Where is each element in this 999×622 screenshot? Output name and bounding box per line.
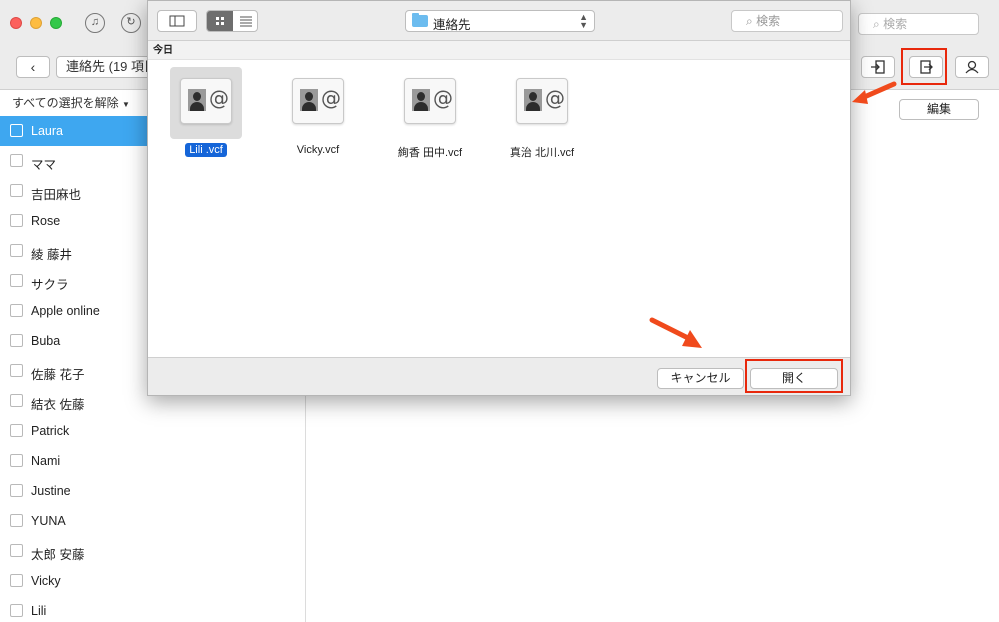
checkbox[interactable] — [10, 304, 23, 317]
contact-icon — [965, 60, 979, 74]
zoom-window-button[interactable] — [50, 17, 62, 29]
checkbox[interactable] — [10, 184, 23, 197]
dialog-search-input[interactable]: ⌕ 検索 — [731, 10, 843, 32]
main-search-input[interactable]: ⌕ 検索 — [858, 13, 979, 35]
chevron-down-icon: ▼ — [122, 100, 130, 109]
folder-icon — [412, 13, 428, 27]
contact-row[interactable]: Vicky — [0, 566, 306, 596]
contact-row[interactable]: Lili — [0, 596, 306, 622]
checkbox[interactable] — [10, 574, 23, 587]
annotation-arrow-icon — [649, 317, 702, 348]
dialog-toolbar: 連絡先 ▲ ▼ ⌕ 検索 — [148, 1, 850, 41]
file-item[interactable]: @ 真治 北川.vcf — [486, 65, 598, 165]
search-icon: ⌕ — [873, 17, 884, 31]
contact-row[interactable]: YUNA — [0, 506, 306, 536]
updown-chevron-icon: ▲ ▼ — [579, 12, 588, 30]
open-highlight-box — [745, 359, 843, 393]
contacts-count-title: 連絡先 (19 項目 — [56, 56, 156, 78]
import-button[interactable] — [861, 56, 895, 78]
checkbox[interactable] — [10, 334, 23, 347]
list-view-button[interactable] — [233, 11, 257, 31]
checkbox[interactable] — [10, 484, 23, 497]
checkbox[interactable] — [10, 214, 23, 227]
contact-row[interactable]: 太郎 安藤 — [0, 536, 306, 566]
grid-icon — [216, 17, 224, 25]
contact-button[interactable] — [955, 56, 989, 78]
file-item[interactable]: @ 絢香 田中.vcf — [374, 65, 486, 165]
checkbox[interactable] — [10, 454, 23, 467]
file-item[interactable]: @ Lili .vcf — [150, 65, 262, 165]
section-header-today: 今日 — [148, 41, 850, 60]
checkbox[interactable] — [10, 544, 23, 557]
cancel-button[interactable]: キャンセル — [657, 368, 744, 389]
close-window-button[interactable] — [10, 17, 22, 29]
vcard-icon: @ — [180, 78, 232, 124]
open-file-dialog: 連絡先 ▲ ▼ ⌕ 検索 今日 @ Lili .vcf @ Vicky.vcf @… — [147, 0, 851, 396]
sync-icon[interactable]: ↻ — [121, 13, 141, 33]
checkbox[interactable] — [10, 274, 23, 287]
file-item[interactable]: @ Vicky.vcf — [262, 65, 374, 165]
minimize-window-button[interactable] — [30, 17, 42, 29]
deselect-all-menu[interactable]: すべての選択を解除 ▼ — [12, 94, 130, 111]
contact-row[interactable]: Justine — [0, 476, 306, 506]
export-highlight-box — [901, 48, 947, 85]
toggle-sidebar-button[interactable] — [157, 10, 197, 32]
checkbox[interactable] — [10, 514, 23, 527]
contact-row[interactable]: Nami — [0, 446, 306, 476]
checkbox[interactable] — [10, 124, 23, 137]
checkbox[interactable] — [10, 394, 23, 407]
checkbox[interactable] — [10, 364, 23, 377]
contact-row[interactable]: Patrick — [0, 416, 306, 446]
chevron-left-icon: ‹ — [30, 59, 36, 75]
checkbox[interactable] — [10, 244, 23, 257]
vcard-icon: @ — [404, 78, 456, 124]
back-button[interactable]: ‹ — [16, 56, 50, 78]
sidebar-icon — [169, 15, 185, 27]
itunes-icon[interactable]: ♫ — [85, 13, 105, 33]
vcard-icon: @ — [516, 78, 568, 124]
annotation-arrow-icon — [852, 81, 897, 104]
view-mode-segment — [206, 10, 258, 32]
checkbox[interactable] — [10, 154, 23, 167]
checkbox[interactable] — [10, 424, 23, 437]
checkbox[interactable] — [10, 604, 23, 617]
location-popup[interactable]: 連絡先 ▲ ▼ — [405, 10, 595, 32]
import-icon — [871, 60, 885, 74]
list-icon — [240, 16, 252, 27]
vcard-icon: @ — [292, 78, 344, 124]
icon-view-button[interactable] — [207, 11, 233, 31]
edit-button[interactable]: 編集 — [899, 99, 979, 120]
search-icon: ⌕ — [746, 14, 757, 28]
